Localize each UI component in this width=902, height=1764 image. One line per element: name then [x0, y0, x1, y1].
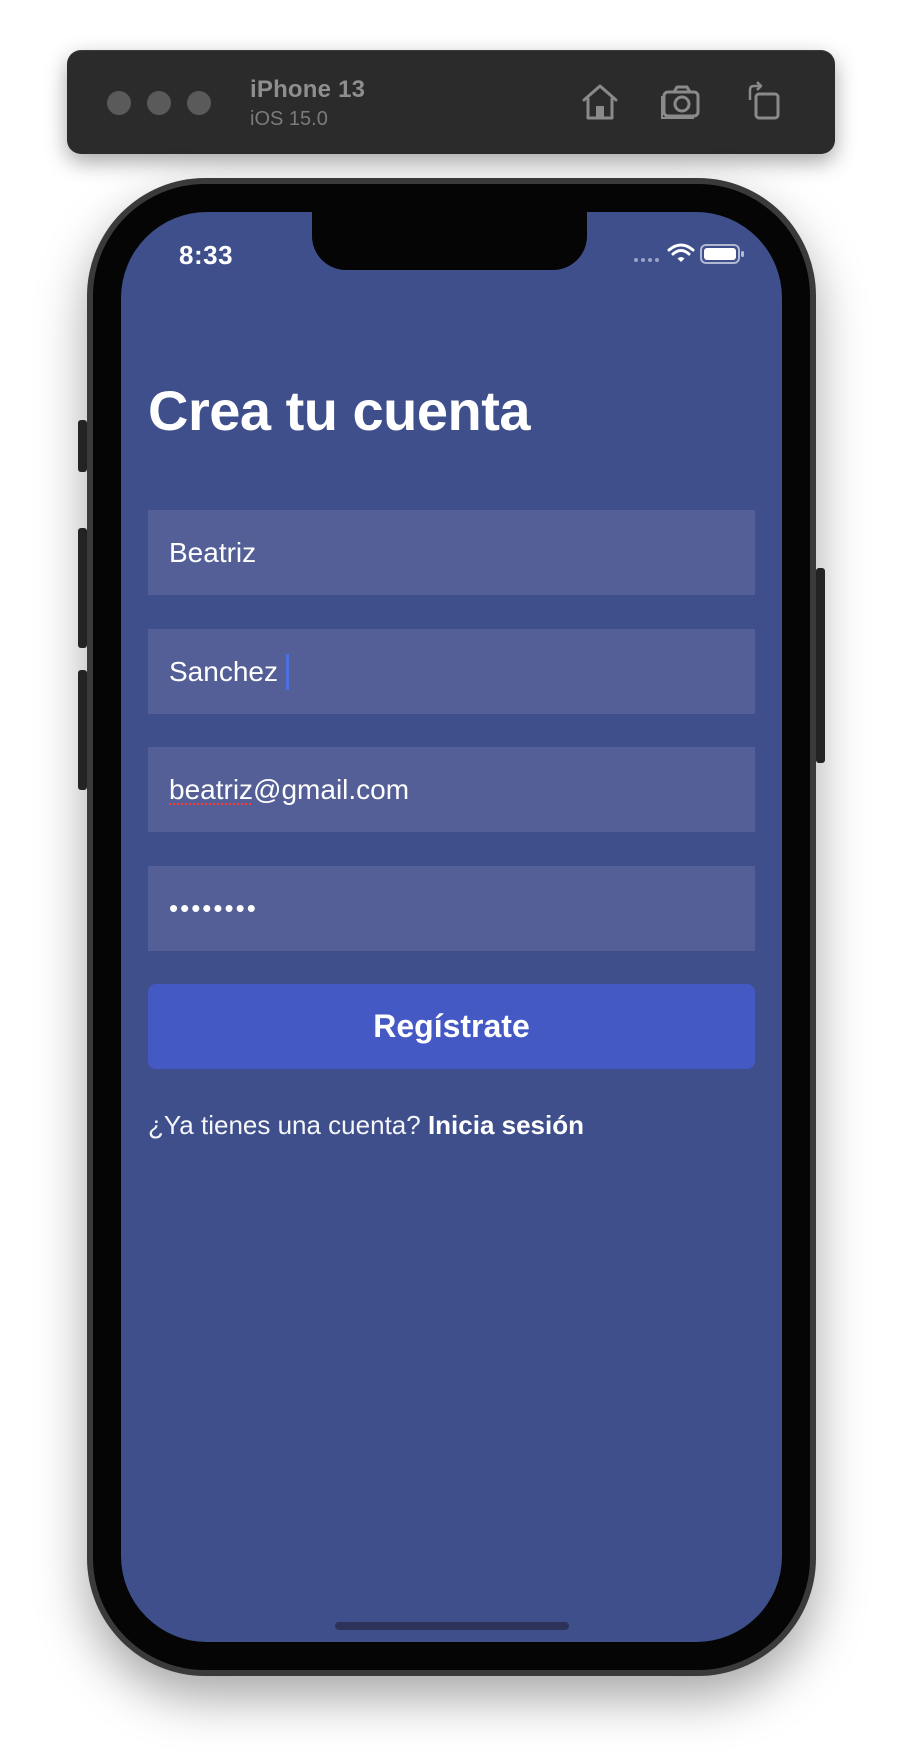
page-title: Crea tu cuenta	[148, 379, 531, 442]
os-version: iOS 15.0	[250, 108, 328, 130]
email-field[interactable]: beatriz@gmail.com	[148, 747, 755, 832]
simulator-window: iPhone 13 iOS 15.0 8:33 Crea tu cuenta B…	[0, 0, 902, 1764]
rotate-icon[interactable]	[742, 80, 786, 129]
window-zoom-button[interactable]	[187, 91, 211, 115]
last-name-field[interactable]: Sanchez	[148, 629, 755, 714]
first-name-value: Beatriz	[169, 536, 257, 568]
window-close-button[interactable]	[107, 91, 131, 115]
home-indicator[interactable]	[335, 1622, 569, 1630]
login-link[interactable]: Inicia sesión	[428, 1110, 584, 1140]
battery-icon	[700, 244, 744, 264]
volume-up-button	[78, 528, 87, 648]
login-prompt-text: ¿Ya tienes una cuenta?	[148, 1110, 428, 1140]
screenshot-icon[interactable]	[660, 80, 704, 129]
cellular-icon	[634, 258, 659, 262]
wifi-icon	[667, 243, 695, 262]
phone-screen: 8:33 Crea tu cuenta Beatriz Sanchez beat…	[121, 212, 782, 1642]
last-name-value: Sanchez	[169, 655, 278, 687]
status-icons	[633, 242, 753, 273]
first-name-field[interactable]: Beatriz	[148, 510, 755, 595]
status-time: 8:33	[179, 240, 234, 270]
password-field[interactable]: ••••••••	[148, 866, 755, 951]
device-name: iPhone 13	[250, 76, 366, 103]
home-icon[interactable]	[578, 80, 622, 129]
login-prompt-line: ¿Ya tienes una cuenta? Inicia sesión	[148, 1110, 584, 1141]
email-domain-value: @gmail.com	[253, 773, 410, 805]
volume-down-button	[78, 670, 87, 790]
text-caret	[285, 653, 289, 690]
simulator-toolbar	[67, 50, 835, 154]
email-user-value: beatriz	[169, 773, 254, 805]
password-value: ••••••••	[169, 893, 258, 923]
notch	[312, 212, 587, 270]
window-minimize-button[interactable]	[147, 91, 171, 115]
power-button	[816, 568, 825, 763]
register-button[interactable]: Regístrate	[148, 984, 755, 1069]
silent-switch	[78, 420, 87, 472]
